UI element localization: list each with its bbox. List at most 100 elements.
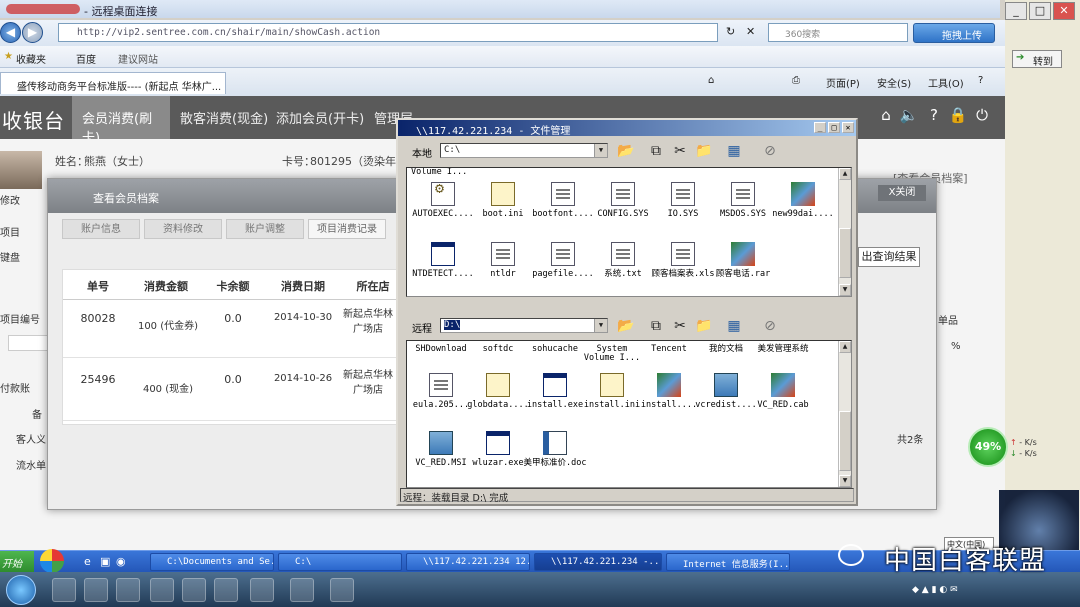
file-item[interactable]: pagefile.... — [531, 242, 595, 279]
file-item[interactable]: 系统.txt — [591, 242, 655, 279]
forward-icon[interactable]: ▶ — [22, 22, 43, 43]
fav-suggested[interactable]: 建议网站 — [118, 51, 158, 66]
cpu-gauge[interactable]: 49% — [968, 427, 1008, 467]
view-mode-icon[interactable]: ▦ — [724, 317, 744, 335]
goto-button[interactable]: ➔ 转到 — [1012, 50, 1062, 68]
url-input[interactable]: http://vip2.sentree.com.cn/shair/main/sh… — [58, 23, 718, 42]
favorites-button[interactable]: 收藏夹 — [16, 51, 46, 66]
local-scrollbar[interactable]: ▲ ▼ — [838, 168, 851, 296]
stop-icon[interactable]: ✕ — [746, 25, 755, 38]
remote-path-select[interactable]: D:\ ▼ — [440, 318, 608, 333]
explorer-icon[interactable] — [52, 578, 76, 602]
stop-icon[interactable]: ⊘ — [760, 317, 780, 335]
scroll-thumb[interactable] — [839, 228, 851, 278]
refresh-icon[interactable]: ↻ — [726, 25, 735, 38]
taskbar-item[interactable]: C:\ — [278, 553, 402, 571]
file-item[interactable]: Volume I... — [411, 168, 475, 177]
file-item[interactable]: install.exe — [523, 373, 587, 410]
file-item[interactable]: 顾客电话.rar — [711, 242, 775, 279]
view-mode-icon[interactable]: ▦ — [724, 142, 744, 160]
chrome-icon[interactable] — [150, 578, 174, 602]
tray-icons[interactable]: ◆ ▲ ▮ ◐ ✉ — [912, 585, 958, 595]
folder-item[interactable]: System Volume I... — [580, 345, 644, 363]
menu-tools[interactable]: 工具(O) — [928, 75, 964, 90]
file-item[interactable]: eula.205... — [409, 373, 473, 410]
file-item[interactable]: 顾客档案表.xls — [651, 242, 715, 279]
file-item[interactable]: install.ini — [580, 373, 644, 410]
sound-icon[interactable]: 🔈 — [899, 106, 919, 126]
folder-item[interactable]: 美发管理系统 — [751, 345, 815, 354]
file-item[interactable]: bootfont.... — [531, 182, 595, 219]
fm-maximize-button[interactable]: □ — [828, 122, 840, 133]
help-icon[interactable]: ? — [978, 75, 983, 86]
folder-item[interactable]: 我的文档 — [694, 345, 758, 354]
fav-baidu[interactable]: 百度 — [76, 51, 96, 66]
file-item[interactable]: IO.SYS — [651, 182, 715, 219]
taskbar-item[interactable]: C:\Documents and Se... — [150, 553, 274, 571]
folder-icon[interactable] — [116, 578, 140, 602]
ie-icon[interactable]: e — [84, 555, 91, 568]
back-icon[interactable]: ◀ — [0, 22, 21, 43]
start-button[interactable]: 开始 — [0, 551, 34, 573]
tab-profile-edit[interactable]: 资料修改 — [144, 219, 222, 239]
desktop-icon[interactable]: ▣ — [100, 555, 110, 568]
tab-account-adjust[interactable]: 账户调整 — [226, 219, 304, 239]
file-item[interactable]: VC_RED.MSI — [409, 431, 473, 468]
file-item[interactable]: install.... — [637, 373, 701, 410]
remote-desktop-icon[interactable] — [330, 578, 354, 602]
upload-button[interactable]: 拖拽上传 — [913, 23, 995, 43]
export-query-result-button[interactable]: 出查询结果 — [858, 247, 920, 267]
folder-item[interactable]: softdc — [466, 345, 530, 354]
item-code-input[interactable] — [8, 335, 48, 351]
folder-item[interactable]: Tencent — [637, 345, 701, 354]
app-icon[interactable] — [250, 578, 274, 602]
taskbar-item[interactable]: Internet 信息服务(I... — [666, 553, 790, 571]
browser-icon[interactable]: ◉ — [116, 555, 126, 568]
scroll-down-icon[interactable]: ▼ — [839, 284, 851, 296]
home-icon[interactable]: ⌂ — [876, 106, 896, 126]
tab-consume-records[interactable]: 项目消费记录 — [308, 219, 386, 239]
search-input[interactable]: 360搜索 — [768, 23, 908, 42]
folder-item[interactable]: SHDownload — [409, 345, 473, 354]
minimize-button[interactable]: _ — [1005, 2, 1027, 20]
app-icon[interactable] — [182, 578, 206, 602]
file-item[interactable]: boot.ini — [471, 182, 535, 219]
power-icon[interactable]: ⏻ — [972, 106, 992, 126]
menu-page[interactable]: 页面(P) — [826, 75, 860, 90]
folder-item[interactable]: sohucache — [523, 345, 587, 354]
fm-minimize-button[interactable]: _ — [814, 122, 826, 133]
lock-icon[interactable]: 🔒 — [948, 106, 968, 126]
stop-icon[interactable]: ⊘ — [760, 142, 780, 160]
file-item[interactable]: globdata.... — [466, 373, 530, 410]
scroll-up-icon[interactable]: ▲ — [839, 341, 851, 353]
scroll-down-icon[interactable]: ▼ — [839, 475, 851, 487]
folder-up-icon[interactable]: 📂 — [616, 317, 636, 335]
file-item[interactable]: ntldr — [471, 242, 535, 279]
app-icon[interactable] — [214, 578, 238, 602]
taskbar-item[interactable]: \\117.42.221.234 12... — [406, 553, 530, 571]
windows-orb-icon[interactable] — [6, 575, 36, 605]
media-icon[interactable] — [84, 578, 108, 602]
close-button[interactable]: ✕ — [1053, 2, 1075, 20]
fm-close-button[interactable]: ✕ — [842, 122, 854, 133]
tab-account-info[interactable]: 账户信息 — [62, 219, 140, 239]
file-item[interactable]: AUTOEXEC.... — [411, 182, 475, 219]
nav-walkin-consume[interactable]: 散客消费(现金) — [180, 108, 268, 127]
folder-up-icon[interactable]: 📂 — [616, 142, 636, 160]
cut-icon[interactable]: ✂ — [670, 142, 690, 160]
remote-scrollbar[interactable]: ▲ ▼ — [838, 341, 851, 487]
copy-icon[interactable]: ⧉ — [646, 317, 666, 335]
home-icon[interactable]: ⌂ — [708, 75, 714, 86]
file-item[interactable]: wluzar.exe — [466, 431, 530, 468]
scroll-up-icon[interactable]: ▲ — [839, 168, 851, 180]
file-item[interactable]: new99dai.... — [771, 182, 835, 219]
new-folder-icon[interactable]: 📁 — [694, 142, 714, 160]
new-folder-icon[interactable]: 📁 — [694, 317, 714, 335]
copy-icon[interactable]: ⧉ — [646, 142, 666, 160]
print-icon[interactable]: ⎙ — [792, 75, 800, 86]
file-item[interactable]: NTDETECT.... — [411, 242, 475, 279]
nav-member-consume[interactable]: 会员消费(刷卡) — [72, 96, 170, 146]
menu-security[interactable]: 安全(S) — [877, 75, 911, 90]
file-item[interactable]: MSDOS.SYS — [711, 182, 775, 219]
taskbar-item[interactable]: \\117.42.221.234 -... — [534, 553, 662, 571]
